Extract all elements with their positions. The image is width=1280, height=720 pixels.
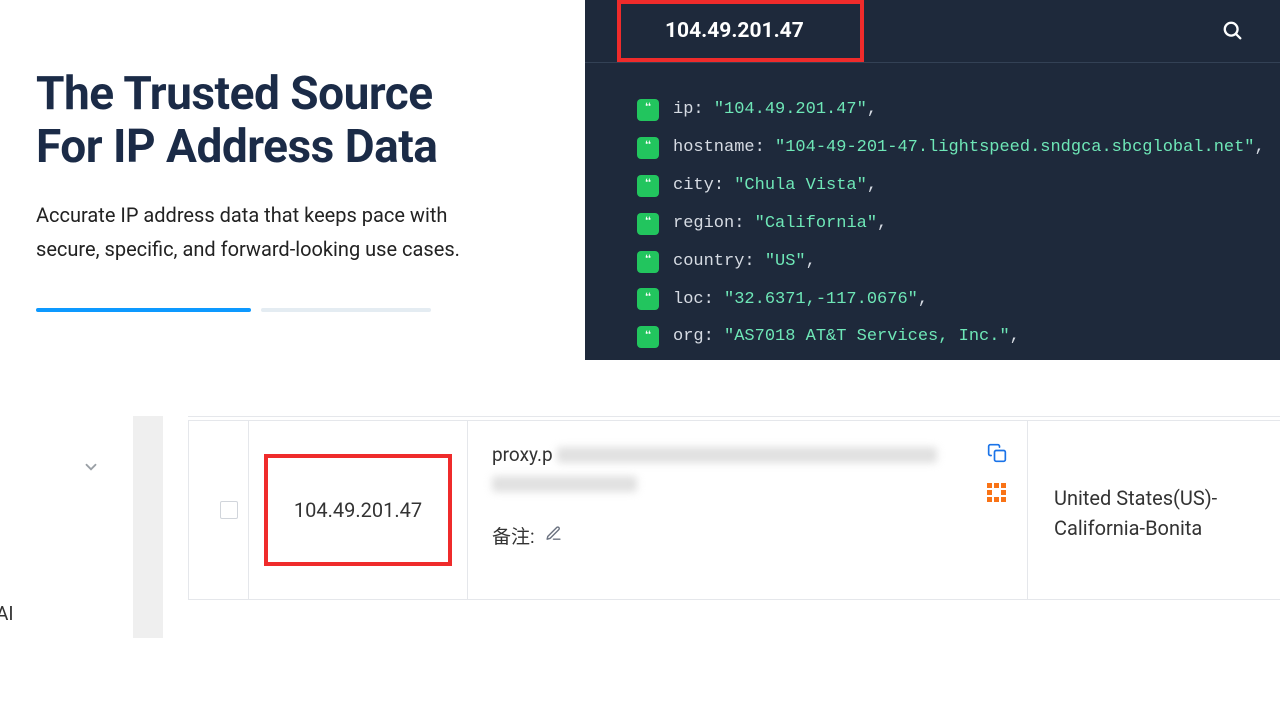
- redacted-text: [492, 476, 637, 492]
- tab-indicator-active[interactable]: [36, 308, 251, 312]
- proxy-string: proxy.p: [492, 443, 1007, 466]
- json-row: ❝ip: "104.49.201.47",: [637, 91, 1280, 129]
- ai-fragment-text: AI: [0, 602, 14, 625]
- tab-indicator-inactive[interactable]: [261, 308, 431, 312]
- hero-title-line2: For IP Address Data: [36, 120, 437, 174]
- note-label: 备注:: [492, 522, 535, 549]
- quote-icon: ❝: [637, 288, 659, 310]
- redacted-text: [557, 447, 937, 463]
- row-checkbox[interactable]: [220, 501, 238, 519]
- quote-icon: ❝: [637, 99, 659, 121]
- json-row: ❝loc: "32.6371,-117.0676",: [637, 281, 1280, 319]
- quote-icon: ❝: [637, 175, 659, 197]
- hero-title: The Trusted Source For IP Address Data: [36, 68, 545, 174]
- ip-lookup-panel: 104.49.201.47 ❝ip: "104.49.201.47",❝host…: [585, 0, 1280, 360]
- qr-icon[interactable]: [987, 483, 1007, 503]
- hero-subtitle: Accurate IP address data that keeps pace…: [36, 198, 476, 266]
- json-row: ❝region: "California",: [637, 205, 1280, 243]
- quote-icon: ❝: [637, 251, 659, 273]
- ip-json-output: ❝ip: "104.49.201.47",❝hostname: "104-49-…: [585, 63, 1280, 356]
- search-ip-highlight[interactable]: 104.49.201.47: [617, 0, 864, 62]
- row-location: United States(US)-California-Bonita: [1028, 421, 1280, 599]
- edit-icon[interactable]: [545, 524, 562, 547]
- json-row: ❝country: "US",: [637, 243, 1280, 281]
- json-row: ❝hostname: "104-49-201-47.lightspeed.snd…: [637, 129, 1280, 167]
- proxy-table-row: 104.49.201.47 proxy.p 备注:: [188, 420, 1280, 600]
- quote-icon: ❝: [637, 137, 659, 159]
- row-ip-value: 104.49.201.47: [294, 498, 422, 522]
- proxy-prefix: proxy.p: [492, 443, 553, 466]
- quote-icon: ❝: [637, 326, 659, 348]
- copy-icon[interactable]: [987, 443, 1007, 467]
- search-ip-value: 104.49.201.47: [665, 19, 804, 43]
- quote-icon: ❝: [637, 213, 659, 235]
- json-row: ❝city: "Chula Vista",: [637, 167, 1280, 205]
- chevron-down-icon[interactable]: [82, 458, 100, 480]
- left-gutter: [133, 416, 163, 638]
- search-icon[interactable]: [1222, 20, 1244, 42]
- hero-title-line1: The Trusted Source: [36, 67, 433, 121]
- json-row: ❝org: "AS7018 AT&T Services, Inc.",: [637, 318, 1280, 356]
- row-ip-highlight[interactable]: 104.49.201.47: [264, 454, 452, 566]
